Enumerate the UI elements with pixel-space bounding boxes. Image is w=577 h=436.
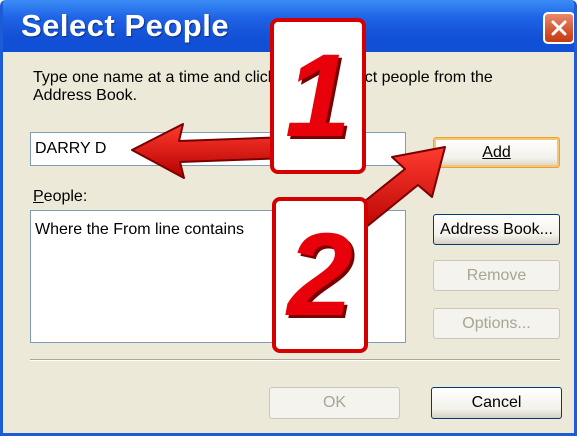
step-1-number: 1 [285, 30, 351, 162]
step-1-callout: 1 [270, 18, 366, 174]
step-2-callout: 2 [272, 197, 368, 353]
step-2-number: 2 [287, 209, 353, 341]
arrow-to-name-input [131, 123, 290, 179]
